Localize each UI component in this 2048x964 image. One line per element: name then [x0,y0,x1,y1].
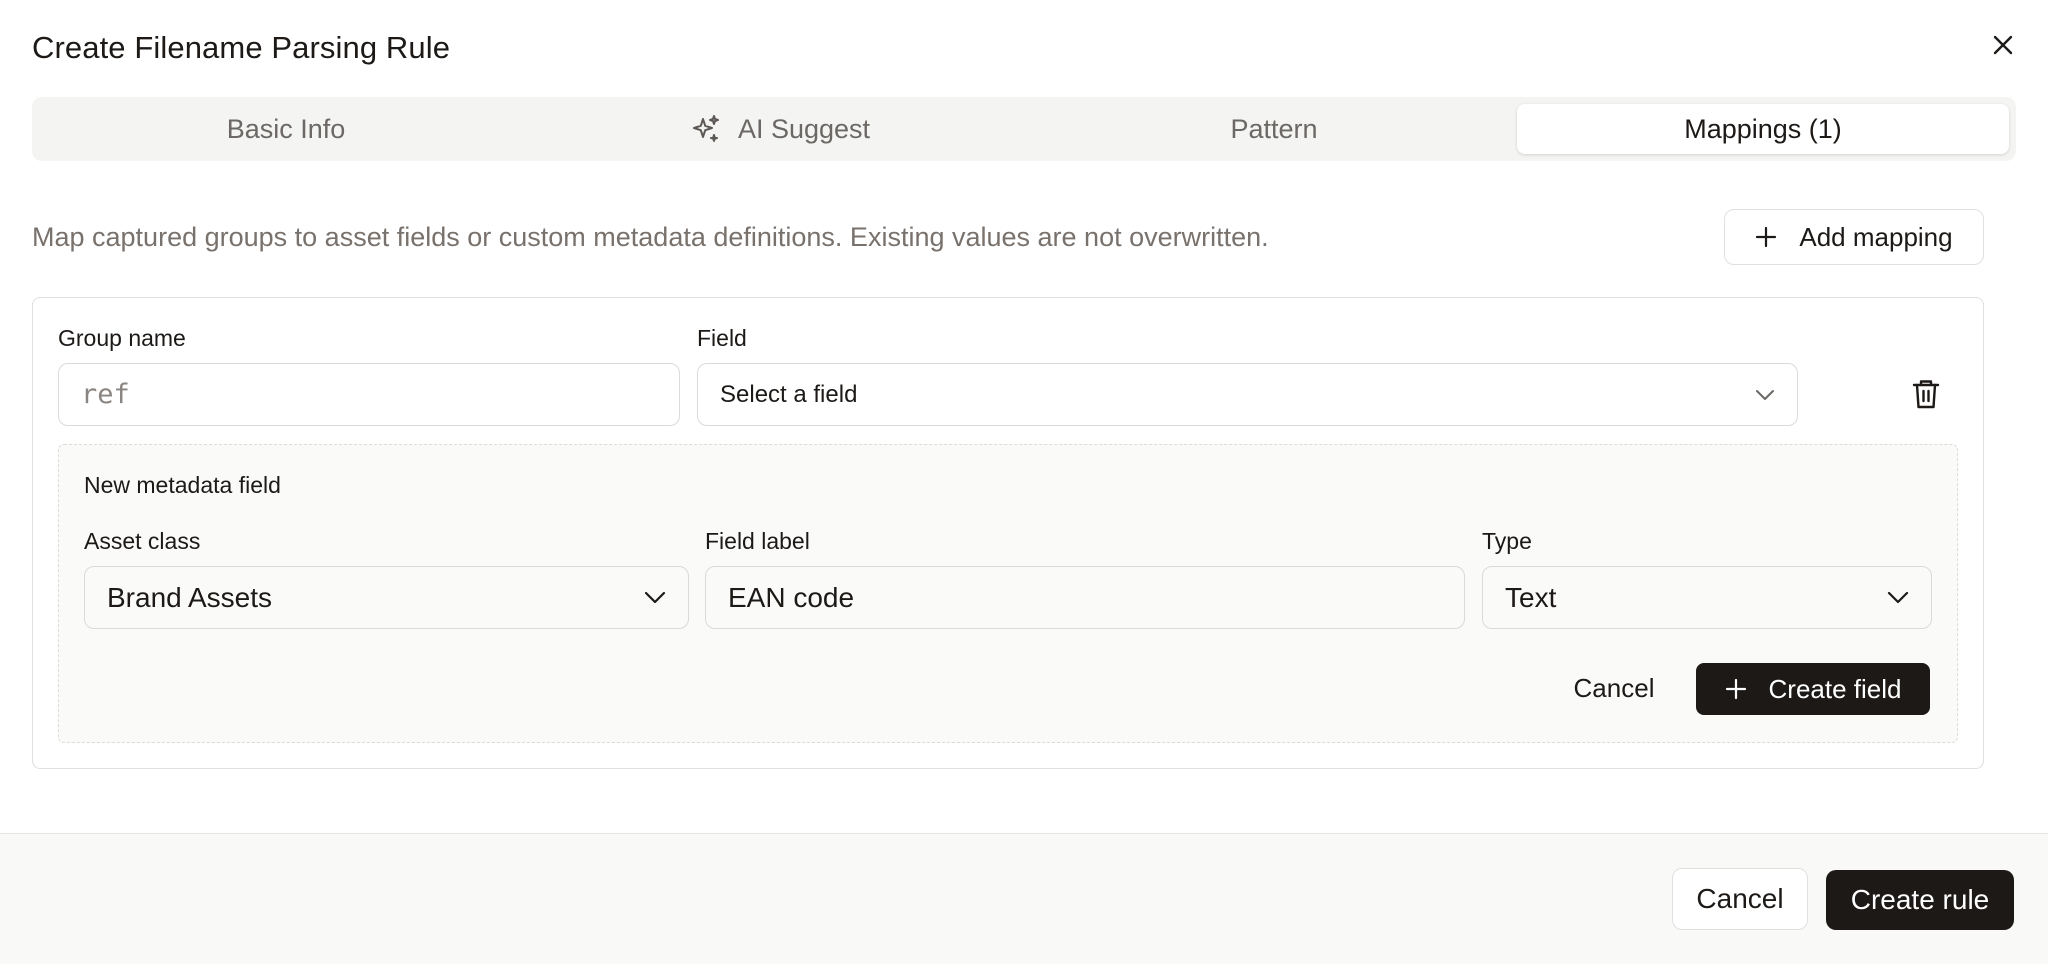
add-mapping-button[interactable]: Add mapping [1724,209,1984,265]
dialog-title: Create Filename Parsing Rule [32,30,451,65]
plus-icon [1725,678,1747,700]
close-button[interactable] [1986,30,2020,64]
create-rule-button[interactable]: Create rule [1826,870,2014,930]
field-label-value: EAN code [728,581,855,613]
group-name-value: ref [81,379,130,410]
asset-class-select[interactable]: Brand Assets [84,566,689,629]
mappings-description: Map captured groups to asset fields or c… [32,222,1269,252]
field-label-input[interactable]: EAN code [705,566,1465,629]
chevron-down-icon [1887,591,1909,604]
cancel-new-field-label: Cancel [1573,672,1655,703]
create-rule-label: Create rule [1850,884,1990,915]
trash-icon [1912,378,1940,415]
create-field-button[interactable]: Create field [1696,663,1930,715]
close-icon [1991,33,2015,62]
type-label: Type [1482,528,1532,554]
asset-class-label: Asset class [84,528,201,554]
tab-label: Pattern [1230,113,1318,144]
field-label: Field [697,325,747,351]
tab-label: AI Suggest [737,113,871,144]
field-select[interactable]: Select a field [697,363,1798,426]
chevron-down-icon [644,591,666,604]
cancel-button[interactable]: Cancel [1672,868,1808,930]
group-name-input[interactable]: ref [58,363,680,426]
tab-bar: Basic Info AI Suggest Pattern Mappings (… [32,97,2016,161]
tab-label: Basic Info [226,113,346,144]
new-field-heading: New metadata field [84,472,281,498]
type-select[interactable]: Text [1482,566,1932,629]
tab-pattern[interactable]: Pattern [1027,104,1521,154]
field-label-label: Field label [705,528,810,554]
asset-class-value: Brand Assets [107,581,272,613]
tab-ai-suggest[interactable]: AI Suggest [533,104,1027,154]
create-rule-dialog: Create Filename Parsing Rule Basic Info … [0,0,2048,964]
delete-mapping-button[interactable] [1906,376,1946,416]
create-field-label: Create field [1768,673,1902,704]
sparkles-icon [690,113,722,145]
chevron-down-icon [1755,389,1775,401]
plus-icon [1755,226,1777,248]
tab-mappings[interactable]: Mappings (1) [1517,104,2009,154]
group-name-label: Group name [58,325,186,351]
type-value: Text [1505,581,1557,613]
cancel-new-field-button[interactable]: Cancel [1548,663,1680,713]
add-mapping-label: Add mapping [1799,221,1953,252]
field-select-value: Select a field [720,380,858,408]
tab-label: Mappings (1) [1684,113,1842,144]
tab-basic-info[interactable]: Basic Info [39,104,533,154]
cancel-button-label: Cancel [1696,883,1784,914]
